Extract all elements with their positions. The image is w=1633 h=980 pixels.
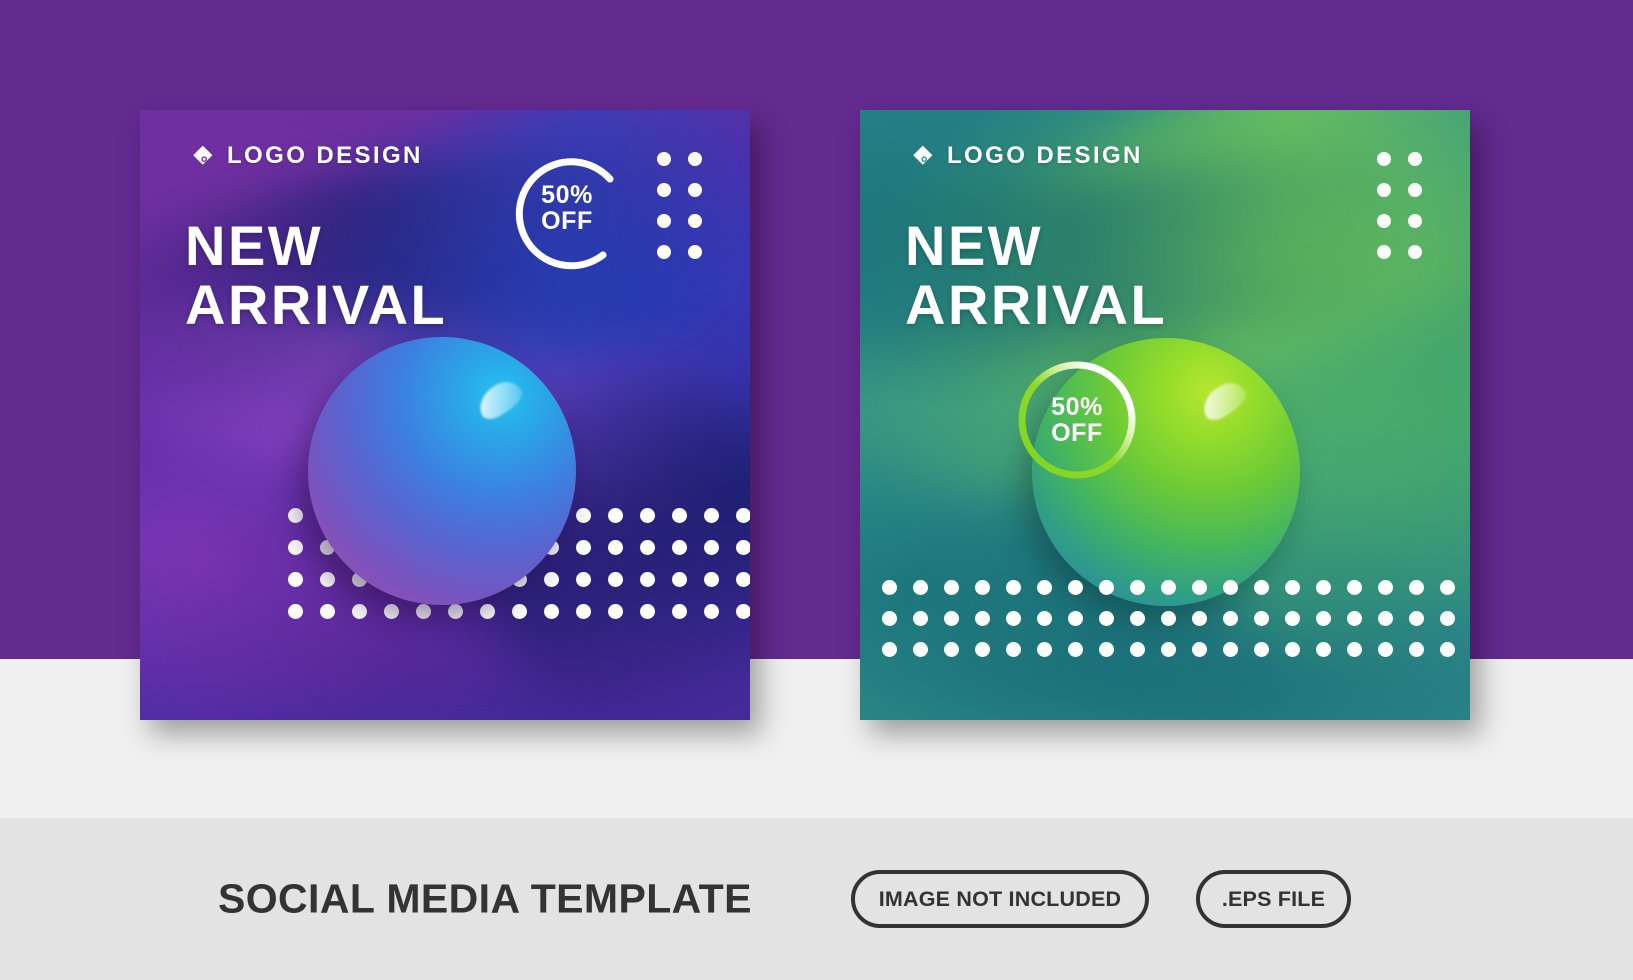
logo-text: LOGO DESIGN — [227, 142, 423, 169]
badge-off: OFF — [1051, 419, 1103, 447]
card-logo[interactable]: LOGO DESIGN — [910, 144, 1143, 168]
dot-grid-bottom — [882, 580, 1455, 657]
badge-off: OFF — [541, 207, 593, 235]
badge-text: 50% OFF — [502, 143, 632, 273]
discount-badge[interactable]: 50% OFF — [1012, 355, 1142, 485]
headline-line-1: NEW — [905, 214, 1044, 277]
sphere-gloss-highlight — [472, 376, 527, 424]
pill-image-not-included[interactable]: IMAGE NOT INCLUDED — [851, 870, 1149, 928]
footer-title: SOCIAL MEDIA TEMPLATE — [218, 875, 752, 922]
pill-label: .EPS FILE — [1221, 886, 1326, 911]
card-headline: NEW ARRIVAL — [185, 216, 447, 335]
badge-percent: 50% — [541, 181, 593, 209]
card-logo[interactable]: LOGO DESIGN — [190, 144, 423, 168]
dot-grid-top-right — [657, 152, 702, 259]
footer-bar: SOCIAL MEDIA TEMPLATE IMAGE NOT INCLUDED… — [0, 818, 1633, 980]
discount-badge[interactable]: 50% OFF — [502, 143, 632, 273]
tag-diamond-icon — [193, 145, 213, 165]
product-sphere-blue — [308, 337, 576, 605]
social-media-card-purple[interactable]: LOGO DESIGN NEW ARRIVAL 50% OFF — [140, 110, 750, 720]
badge-text: 50% OFF — [1012, 355, 1142, 485]
pill-eps-file[interactable]: .EPS FILE — [1196, 870, 1351, 928]
tag-diamond-icon — [913, 145, 933, 165]
headline-line-2: ARRIVAL — [185, 273, 448, 337]
card-headline: NEW ARRIVAL — [905, 216, 1167, 335]
headline-line-1: NEW — [185, 214, 324, 277]
logo-text: LOGO DESIGN — [947, 142, 1143, 169]
headline-line-2: ARRIVAL — [905, 273, 1168, 337]
badge-percent: 50% — [1051, 393, 1103, 421]
sphere-gloss-highlight — [1196, 377, 1251, 425]
pill-label: IMAGE NOT INCLUDED — [878, 886, 1122, 911]
social-media-card-green[interactable]: LOGO DESIGN NEW ARRIVAL 50% OFF — [860, 110, 1470, 720]
dot-grid-top-right — [1377, 152, 1422, 259]
